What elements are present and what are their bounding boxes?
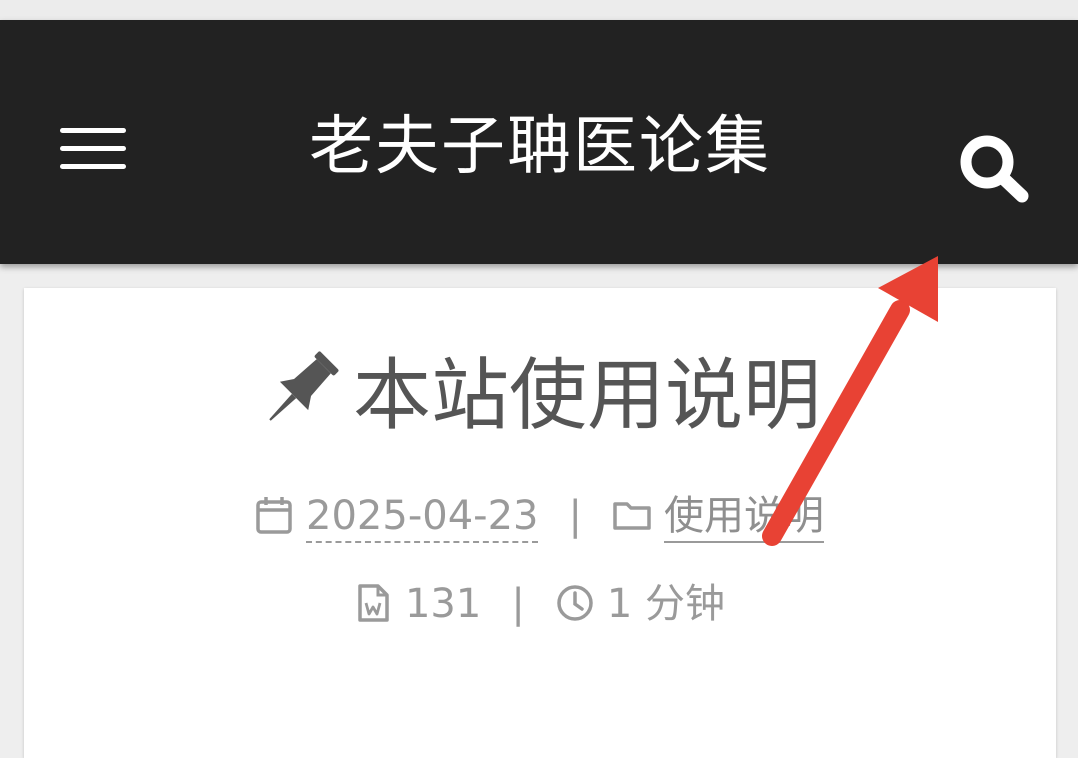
word-count: 131: [404, 581, 482, 627]
search-icon: [960, 135, 1029, 203]
clock-icon: [557, 585, 593, 621]
post-category[interactable]: 使用说明: [663, 493, 824, 543]
word-file-icon: [358, 584, 389, 622]
meta-separator: |: [568, 493, 582, 539]
search-button[interactable]: [954, 130, 1034, 210]
post-meta-primary: 2025-04-23 | 使用说明: [0, 486, 1078, 546]
menu-button[interactable]: [56, 124, 130, 174]
meta-separator: |: [511, 581, 525, 627]
site-title[interactable]: 老夫子聃医论集: [230, 102, 850, 192]
folder-icon: [613, 502, 651, 530]
site-header: 老夫子聃医论集: [0, 20, 1078, 264]
thumbtack-icon: [269, 351, 339, 421]
post-title-text: 本站使用说明: [352, 351, 821, 441]
post-meta-secondary: 131 | 1 分钟: [0, 574, 1078, 634]
status-strip: [0, 0, 1078, 20]
post-date[interactable]: 2025-04-23: [306, 493, 539, 543]
calendar-icon: [256, 497, 292, 534]
read-time: 1 分钟: [606, 581, 725, 627]
post-title[interactable]: 本站使用说明: [0, 346, 1078, 446]
